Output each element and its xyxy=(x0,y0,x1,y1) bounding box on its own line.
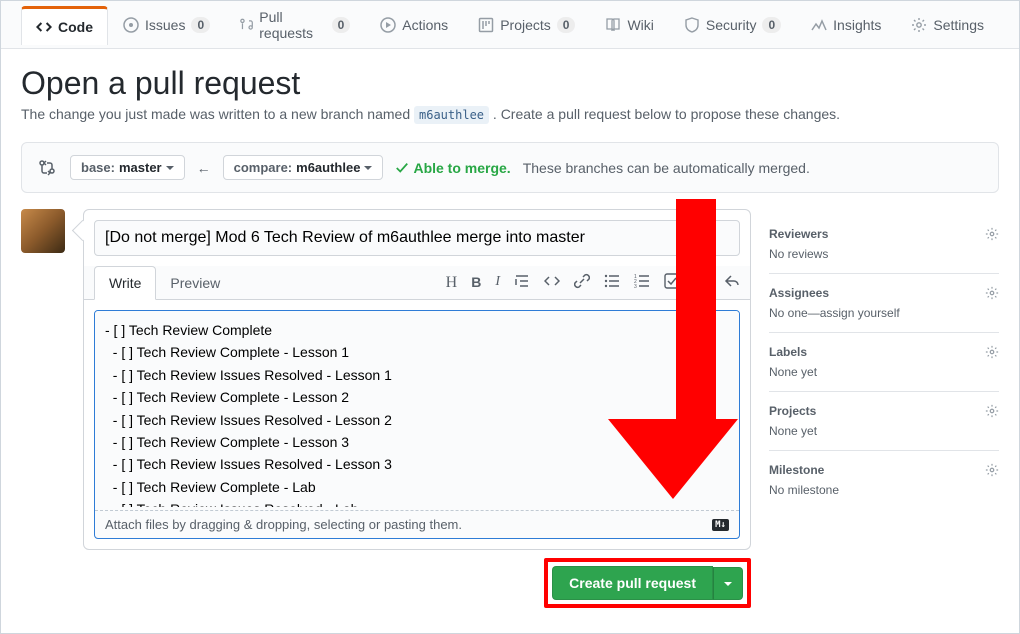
svg-text:3: 3 xyxy=(634,284,637,289)
tab-insights-label: Insights xyxy=(833,17,881,33)
branch-name-inline: m6authlee xyxy=(414,106,489,124)
tab-issues[interactable]: Issues 0 xyxy=(108,6,225,43)
tab-code[interactable]: Code xyxy=(21,6,108,45)
pr-editor: Write Preview H B I xyxy=(83,209,751,608)
tab-actions[interactable]: Actions xyxy=(365,6,463,43)
labels-body: None yet xyxy=(769,365,999,379)
gear-icon xyxy=(985,463,999,477)
page-title: Open a pull request xyxy=(21,65,999,102)
gear-icon xyxy=(985,404,999,418)
reply-icon[interactable] xyxy=(724,273,740,292)
md-toolbar: H B I 123 xyxy=(446,273,740,292)
labels-header[interactable]: Labels xyxy=(769,345,999,359)
base-branch-button[interactable]: base: master xyxy=(70,155,185,180)
preview-tab[interactable]: Preview xyxy=(156,267,234,299)
compare-icon xyxy=(36,157,58,179)
caret-icon xyxy=(364,166,372,170)
ol-icon[interactable]: 123 xyxy=(634,273,650,292)
gear-icon xyxy=(985,286,999,300)
projects-body: None yet xyxy=(769,424,999,438)
quote-icon[interactable] xyxy=(514,273,530,292)
assignees-body[interactable]: No one—assign yourself xyxy=(769,306,999,320)
tab-security-label: Security xyxy=(706,17,757,33)
issues-count: 0 xyxy=(191,17,210,33)
milestone-header[interactable]: Milestone xyxy=(769,463,999,477)
caret-icon xyxy=(166,166,174,170)
projects-header[interactable]: Projects xyxy=(769,404,999,418)
create-pr-dropdown[interactable] xyxy=(713,567,743,600)
avatar[interactable] xyxy=(21,209,65,253)
compare-branch-button[interactable]: compare: m6authlee xyxy=(223,155,384,180)
tasklist-icon[interactable] xyxy=(664,273,680,292)
pr-body-textarea[interactable] xyxy=(95,311,739,507)
markdown-icon[interactable]: M↓ xyxy=(712,519,729,531)
tab-settings[interactable]: Settings xyxy=(896,6,999,43)
tab-projects-label: Projects xyxy=(500,17,551,33)
reviewers-body: No reviews xyxy=(769,247,999,261)
gear-icon xyxy=(985,345,999,359)
create-pr-button[interactable]: Create pull request xyxy=(552,566,713,600)
assignees-header[interactable]: Assignees xyxy=(769,286,999,300)
pulls-count: 0 xyxy=(332,17,351,33)
crossref-icon[interactable] xyxy=(694,273,710,292)
bold-icon[interactable]: B xyxy=(471,274,481,292)
arrow-left-icon: ← xyxy=(197,160,211,176)
pr-sidebar: Reviewers No reviews Assignees No one—as… xyxy=(769,209,999,509)
tab-code-label: Code xyxy=(58,19,93,35)
tab-pulls[interactable]: Pull requests 0 xyxy=(225,0,365,51)
write-tab[interactable]: Write xyxy=(94,266,156,300)
annotation-highlight: Create pull request xyxy=(544,558,751,608)
page-subtitle: The change you just made was written to … xyxy=(21,106,999,122)
security-count: 0 xyxy=(762,17,781,33)
tab-projects[interactable]: Projects 0 xyxy=(463,6,590,43)
attach-hint[interactable]: Attach files by dragging & dropping, sel… xyxy=(95,510,739,538)
milestone-body: No milestone xyxy=(769,483,999,497)
tab-insights[interactable]: Insights xyxy=(796,6,896,43)
merge-status: Able to merge. xyxy=(395,160,510,176)
ul-icon[interactable] xyxy=(604,273,620,292)
merge-note: These branches can be automatically merg… xyxy=(523,160,810,176)
repo-tabs: Code Issues 0 Pull requests 0 Actions Pr… xyxy=(1,1,1019,49)
code-icon[interactable] xyxy=(544,273,560,292)
tab-wiki-label: Wiki xyxy=(627,17,653,33)
tab-wiki[interactable]: Wiki xyxy=(590,6,668,43)
tab-security[interactable]: Security 0 xyxy=(669,6,796,43)
link-icon[interactable] xyxy=(574,273,590,292)
tab-settings-label: Settings xyxy=(933,17,984,33)
tab-pulls-label: Pull requests xyxy=(259,9,325,41)
italic-icon[interactable]: I xyxy=(495,274,500,292)
heading-icon[interactable]: H xyxy=(446,274,458,292)
projects-count: 0 xyxy=(557,17,576,33)
reviewers-header[interactable]: Reviewers xyxy=(769,227,999,241)
tab-actions-label: Actions xyxy=(402,17,448,33)
pr-title-input[interactable] xyxy=(94,220,740,256)
gear-icon xyxy=(985,227,999,241)
tab-issues-label: Issues xyxy=(145,17,185,33)
branch-compare-box: base: master ← compare: m6authlee Able t… xyxy=(21,142,999,193)
